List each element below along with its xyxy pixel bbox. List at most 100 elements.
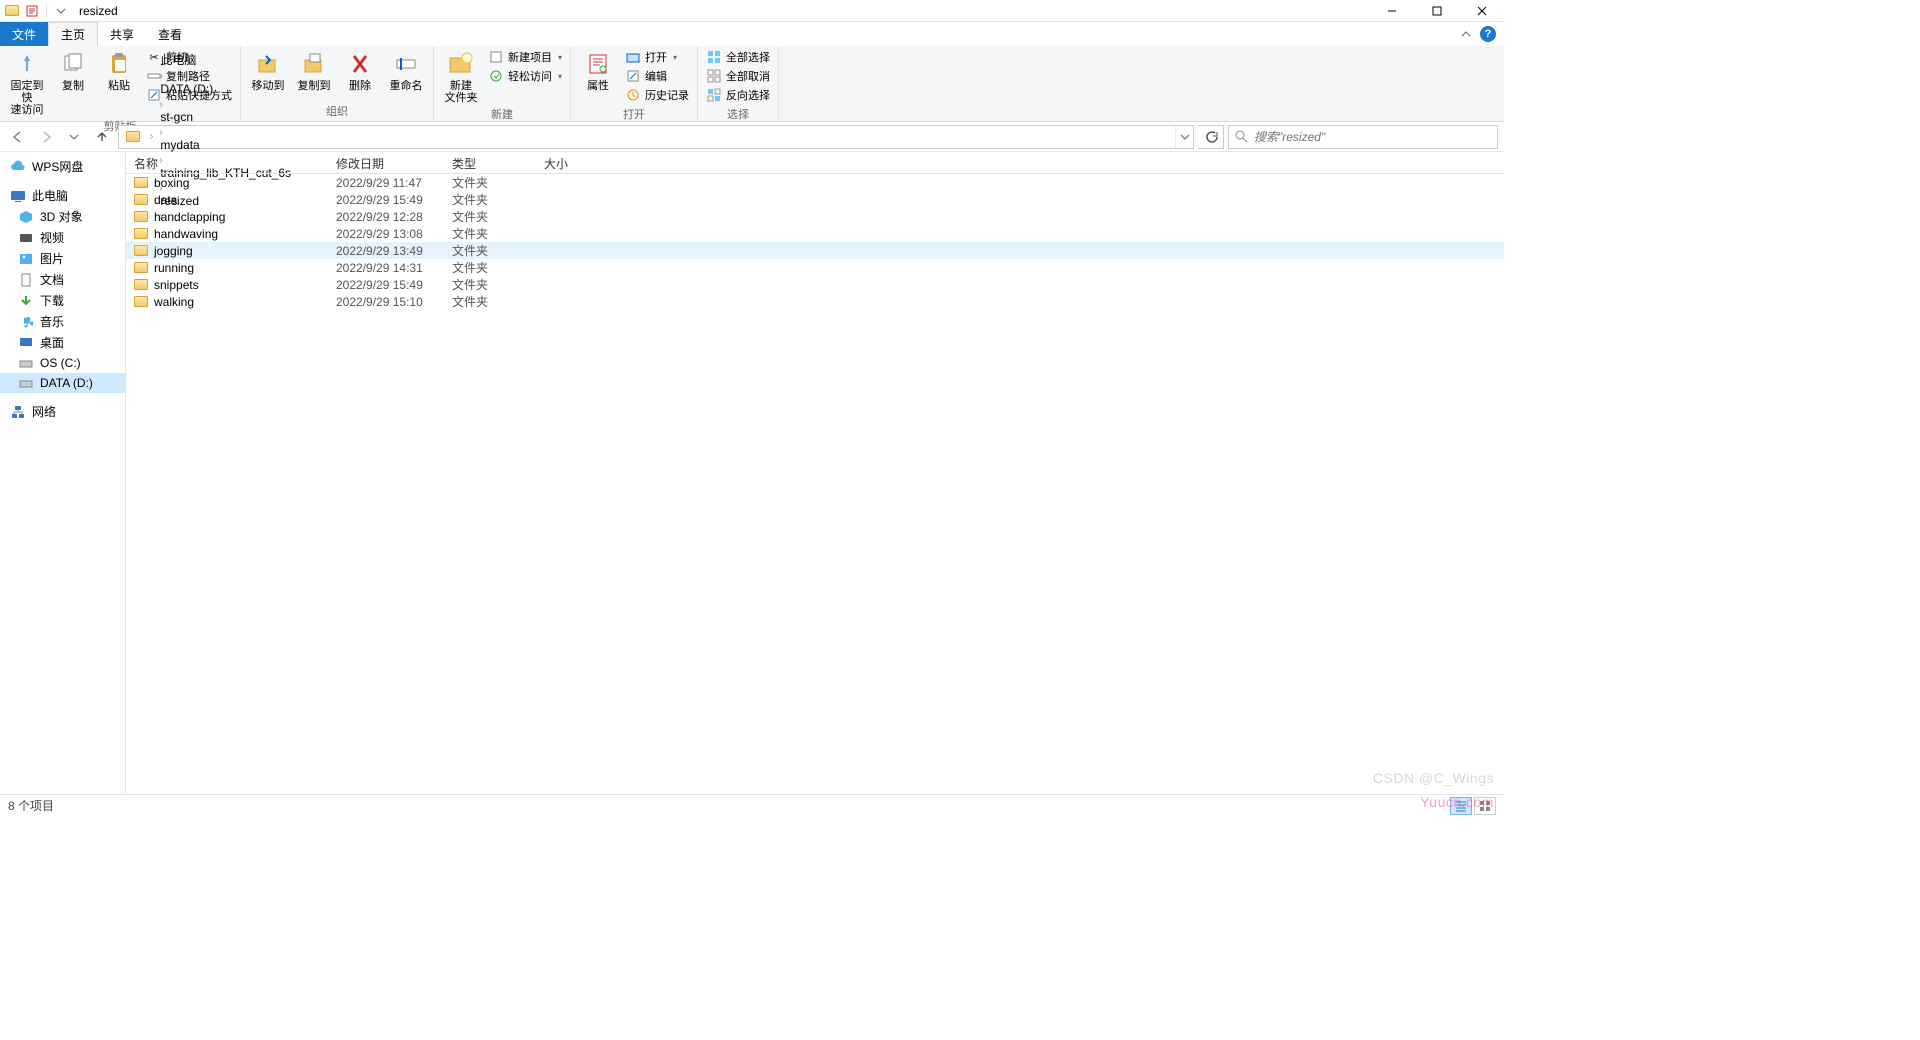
folder-icon	[134, 228, 148, 239]
copy-to-button[interactable]: 复制到	[293, 48, 335, 92]
file-type: 文件夹	[444, 191, 536, 208]
column-type[interactable]: 类型	[444, 152, 536, 173]
nav-wps[interactable]: WPS网盘	[0, 156, 125, 177]
folder-icon	[134, 296, 148, 307]
ribbon-collapse-icon[interactable]	[1460, 28, 1472, 40]
copy-to-icon	[300, 50, 328, 78]
delete-button[interactable]: 删除	[339, 48, 381, 92]
edit-button[interactable]: 编辑	[623, 67, 691, 85]
file-name: walking	[154, 295, 194, 309]
breadcrumb-segment[interactable]: st-gcn	[156, 110, 295, 124]
rename-button[interactable]: 重命名	[385, 48, 427, 92]
cloud-icon	[10, 159, 26, 175]
chevron-down-icon: ▾	[558, 72, 562, 81]
open-button[interactable]: 打开▾	[623, 48, 691, 66]
refresh-button[interactable]	[1198, 125, 1224, 149]
nav-data-d[interactable]: DATA (D:)	[0, 373, 125, 393]
nav-this-pc[interactable]: 此电脑	[0, 185, 125, 206]
navigation-pane: WPS网盘 此电脑 3D 对象 视频 图片 文档 下载 音乐 桌面 OS (C:…	[0, 152, 126, 794]
breadcrumb-bar[interactable]: › 此电脑›DATA (D:)›st-gcn›mydata›training_l…	[118, 125, 1194, 149]
group-label-select: 选择	[704, 104, 772, 124]
history-icon	[625, 87, 641, 103]
file-row[interactable]: running2022/9/29 14:31文件夹	[126, 259, 1504, 276]
nav-downloads[interactable]: 下载	[0, 290, 125, 311]
file-name: snippets	[154, 278, 199, 292]
chevron-down-icon: ▾	[673, 53, 677, 62]
chevron-right-icon[interactable]: ›	[156, 127, 165, 138]
properties-button[interactable]: 属性	[577, 48, 619, 92]
file-row[interactable]: data2022/9/29 15:49文件夹	[126, 191, 1504, 208]
help-icon[interactable]: ?	[1480, 26, 1496, 42]
file-row[interactable]: boxing2022/9/29 11:47文件夹	[126, 174, 1504, 191]
new-folder-button[interactable]: 新建 文件夹	[440, 48, 482, 104]
back-button[interactable]	[6, 125, 30, 149]
view-details-button[interactable]	[1450, 797, 1472, 815]
forward-button[interactable]	[34, 125, 58, 149]
select-all-icon	[706, 49, 722, 65]
copy-button[interactable]: 复制	[52, 48, 94, 92]
window-title: resized	[73, 4, 118, 18]
select-none-button[interactable]: 全部取消	[704, 67, 772, 85]
invert-icon	[706, 87, 722, 103]
tab-home[interactable]: 主页	[48, 22, 98, 46]
paste-button[interactable]: 粘贴	[98, 48, 140, 92]
qat-dropdown-icon[interactable]	[53, 3, 69, 19]
nav-videos[interactable]: 视频	[0, 227, 125, 248]
maximize-button[interactable]	[1414, 0, 1459, 22]
video-icon	[18, 230, 34, 246]
close-button[interactable]	[1459, 0, 1504, 22]
nav-pictures[interactable]: 图片	[0, 248, 125, 269]
file-type: 文件夹	[444, 242, 536, 259]
nav-documents[interactable]: 文档	[0, 269, 125, 290]
nav-music[interactable]: 音乐	[0, 311, 125, 332]
column-size[interactable]: 大小	[536, 152, 596, 173]
music-icon	[18, 314, 34, 330]
tab-file[interactable]: 文件	[0, 22, 48, 46]
nav-os-c[interactable]: OS (C:)	[0, 353, 125, 373]
file-row[interactable]: snippets2022/9/29 15:49文件夹	[126, 276, 1504, 293]
app-folder-icon	[4, 3, 20, 19]
file-row[interactable]: jogging2022/9/29 13:49文件夹	[126, 242, 1504, 259]
qat-properties-icon[interactable]	[24, 3, 40, 19]
pin-quick-access-button[interactable]: 固定到快 速访问	[6, 48, 48, 116]
file-rows: boxing2022/9/29 11:47文件夹data2022/9/29 15…	[126, 174, 1504, 794]
recent-dropdown[interactable]	[62, 125, 86, 149]
file-row[interactable]: handwaving2022/9/29 13:08文件夹	[126, 225, 1504, 242]
new-item-button[interactable]: 新建项目▾	[486, 48, 564, 66]
nav-network[interactable]: 网络	[0, 401, 125, 422]
chevron-right-icon[interactable]: ›	[147, 131, 156, 142]
group-label-new: 新建	[440, 104, 564, 124]
file-date: 2022/9/29 13:08	[328, 227, 444, 241]
easy-access-button[interactable]: 轻松访问▾	[486, 67, 564, 85]
file-date: 2022/9/29 15:49	[328, 193, 444, 207]
up-button[interactable]	[90, 125, 114, 149]
file-date: 2022/9/29 14:31	[328, 261, 444, 275]
file-row[interactable]: handclapping2022/9/29 12:28文件夹	[126, 208, 1504, 225]
breadcrumb-segment[interactable]: mydata	[156, 138, 295, 152]
address-dropdown[interactable]	[1175, 126, 1193, 148]
file-type: 文件夹	[444, 225, 536, 242]
search-box[interactable]	[1228, 125, 1498, 149]
breadcrumb-segment[interactable]: DATA (D:)	[156, 82, 295, 96]
easy-access-icon	[488, 68, 504, 84]
chevron-right-icon[interactable]: ›	[156, 99, 165, 110]
column-date[interactable]: 修改日期	[328, 152, 444, 173]
paste-icon	[105, 50, 133, 78]
select-all-button[interactable]: 全部选择	[704, 48, 772, 66]
nav-desktop[interactable]: 桌面	[0, 332, 125, 353]
file-type: 文件夹	[444, 276, 536, 293]
ribbon-group-select: 全部选择 全部取消 反向选择 选择	[698, 46, 779, 121]
column-name[interactable]: 名称	[126, 152, 328, 173]
nav-3d-objects[interactable]: 3D 对象	[0, 206, 125, 227]
minimize-button[interactable]	[1369, 0, 1414, 22]
history-button[interactable]: 历史记录	[623, 86, 691, 104]
file-row[interactable]: walking2022/9/29 15:10文件夹	[126, 293, 1504, 310]
invert-selection-button[interactable]: 反向选择	[704, 86, 772, 104]
tab-share[interactable]: 共享	[98, 22, 146, 46]
search-input[interactable]	[1254, 130, 1491, 144]
breadcrumb-segment[interactable]: 此电脑	[156, 51, 295, 68]
chevron-right-icon[interactable]: ›	[156, 71, 165, 82]
view-icons-button[interactable]	[1474, 797, 1496, 815]
new-item-icon	[488, 49, 504, 65]
tab-view[interactable]: 查看	[146, 22, 194, 46]
